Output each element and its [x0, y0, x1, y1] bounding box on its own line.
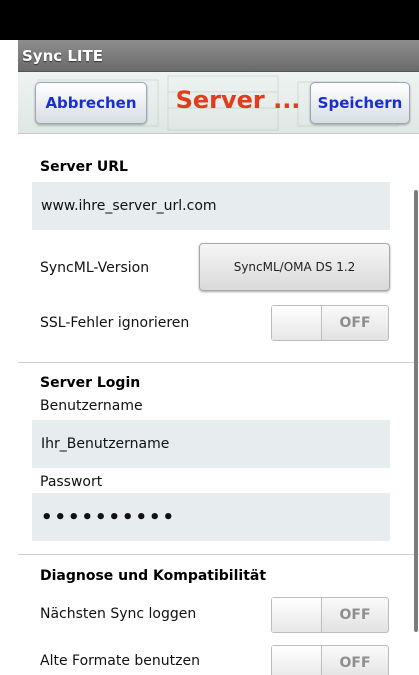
- section-divider: [18, 554, 419, 555]
- next-sync-log-label: Nächsten Sync loggen: [40, 606, 197, 622]
- old-formats-label: Alte Formate benutzen: [40, 653, 200, 669]
- section-title-diagnose: Diagnose und Kompatibilität: [40, 568, 267, 584]
- password-field[interactable]: ••••••••••: [32, 493, 390, 541]
- scrollbar[interactable]: [414, 190, 418, 632]
- toggle-state: OFF: [339, 607, 371, 623]
- section-title-server-url: Server URL: [40, 159, 128, 175]
- syncml-version-label: SyncML-Version: [40, 260, 150, 276]
- title-bar: Sync LITE: [18, 40, 419, 72]
- cancel-button[interactable]: Abbrechen: [35, 82, 147, 124]
- section-divider: [18, 362, 419, 363]
- toggle-knob: [272, 598, 322, 632]
- section-title-server-login: Server Login: [40, 375, 141, 391]
- toggle-state: OFF: [339, 315, 371, 331]
- save-button[interactable]: Speichern: [310, 82, 410, 124]
- username-field[interactable]: Ihr_Benutzername: [32, 420, 390, 468]
- toggle-knob: [272, 306, 322, 340]
- ssl-ignore-toggle[interactable]: OFF: [271, 305, 389, 341]
- toggle-state: OFF: [339, 655, 371, 671]
- server-url-field[interactable]: www.ihre_server_url.com: [32, 182, 390, 230]
- toolbar: Abbrechen Server ... Speichern: [18, 72, 419, 134]
- toggle-knob: [272, 646, 322, 675]
- app-title: Sync LITE: [22, 46, 103, 65]
- app-window: Sync LITE Abbrechen Server ... Speichern…: [18, 40, 419, 675]
- ssl-ignore-label: SSL-Fehler ignorieren: [40, 315, 190, 331]
- next-sync-log-toggle[interactable]: OFF: [271, 597, 389, 633]
- left-gutter: [0, 40, 18, 675]
- settings-form: Server URL www.ihre_server_url.com SyncM…: [18, 135, 419, 675]
- page-title: Server ...: [175, 86, 301, 114]
- status-bar: [0, 0, 419, 40]
- password-label: Passwort: [40, 474, 103, 490]
- old-formats-toggle[interactable]: OFF: [271, 645, 389, 675]
- username-label: Benutzername: [40, 398, 143, 414]
- syncml-version-select[interactable]: SyncML/OMA DS 1.2: [199, 243, 390, 291]
